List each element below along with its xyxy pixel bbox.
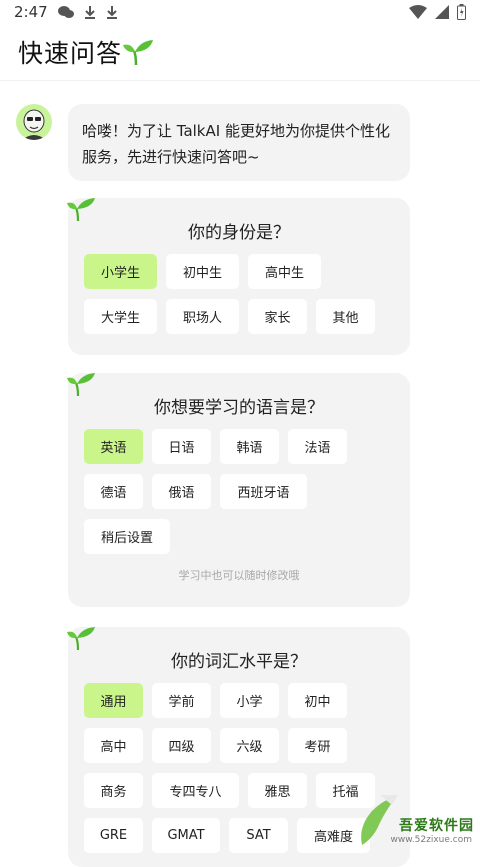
option-cet6[interactable]: 六级 (220, 728, 279, 763)
language-card: 你想要学习的语言是？ 英语 日语 韩语 法语 德语 俄语 西班牙语 稍后设置 学… (67, 373, 410, 607)
option-russian[interactable]: 俄语 (152, 474, 211, 509)
download-icon (84, 6, 95, 19)
option-tem[interactable]: 专四专八 (152, 773, 239, 808)
option-junior-high[interactable]: 初中生 (166, 254, 239, 289)
language-hint: 学习中也可以随时修改哦 (178, 569, 300, 582)
page-title: 快速问答 (18, 39, 123, 68)
assistant-avatar (16, 104, 52, 140)
option-postgrad[interactable]: 考研 (288, 728, 347, 763)
watermark: 吾爱软件园 www.52zixue.com (350, 783, 480, 853)
option-parent[interactable]: 家长 (248, 299, 307, 334)
identity-card: 你的身份是？ 小学生 初中生 高中生 大学生 职场人 家长 其他 (67, 198, 410, 355)
option-korean[interactable]: 韩语 (220, 429, 279, 464)
sprout-icon (123, 40, 154, 66)
battery-icon (457, 4, 466, 20)
option-primary[interactable]: 小学 (220, 683, 279, 718)
option-primary-school[interactable]: 小学生 (84, 254, 157, 289)
option-professional[interactable]: 职场人 (166, 299, 239, 334)
option-japanese[interactable]: 日语 (152, 429, 211, 464)
option-general[interactable]: 通用 (84, 683, 143, 718)
option-english[interactable]: 英语 (84, 429, 143, 464)
status-time: 2:47 (14, 3, 48, 21)
option-high[interactable]: 高中 (84, 728, 143, 763)
intro-message: 哈喽！为了让 TalkAI 能更好地为你提供个性化服务，先进行快速问答吧~ (68, 104, 410, 181)
wifi-icon (409, 5, 427, 19)
robot-avatar-icon (22, 109, 46, 140)
option-cet4[interactable]: 四级 (152, 728, 211, 763)
option-ielts[interactable]: 雅思 (248, 773, 307, 808)
option-gre[interactable]: GRE (84, 818, 143, 853)
option-sat[interactable]: SAT (229, 818, 288, 853)
option-german[interactable]: 德语 (84, 474, 143, 509)
download-icon-2 (106, 6, 117, 19)
page-header: 快速问答 (0, 24, 480, 81)
option-preschool[interactable]: 学前 (152, 683, 211, 718)
identity-question: 你的身份是？ (188, 223, 290, 243)
option-gmat[interactable]: GMAT (152, 818, 220, 853)
status-bar: 2:47 (0, 0, 480, 24)
signal-icon (435, 5, 449, 19)
option-business[interactable]: 商务 (84, 773, 143, 808)
option-middle[interactable]: 初中 (288, 683, 347, 718)
option-other[interactable]: 其他 (316, 299, 375, 334)
option-set-later[interactable]: 稍后设置 (84, 519, 170, 554)
option-french[interactable]: 法语 (288, 429, 347, 464)
option-senior-high[interactable]: 高中生 (248, 254, 321, 289)
option-college[interactable]: 大学生 (84, 299, 157, 334)
watermark-title: 吾爱软件园 (399, 818, 474, 834)
vocab-question: 你的词汇水平是？ (171, 652, 307, 672)
wechat-icon (57, 6, 74, 18)
option-spanish[interactable]: 西班牙语 (220, 474, 307, 509)
watermark-url: www.52zixue.com (390, 835, 472, 845)
language-question: 你想要学习的语言是？ (154, 398, 324, 418)
